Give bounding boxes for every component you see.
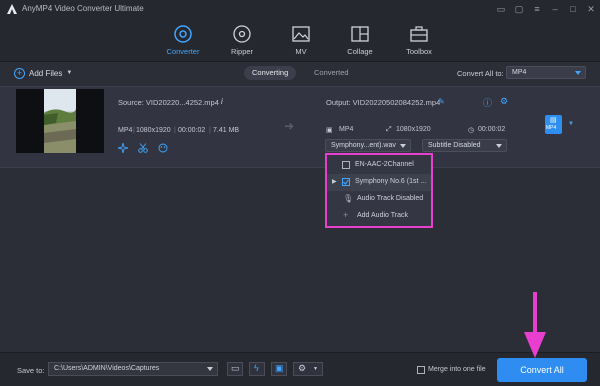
- folder-icon: ▭: [231, 363, 240, 373]
- dropdown-item-label: EN-AAC-2Channel: [355, 161, 414, 168]
- gear-icon: ⚙: [298, 363, 307, 373]
- subtitle-select[interactable]: Subtitle Disabled: [422, 139, 507, 152]
- output-resolution: 1080x1920: [396, 126, 431, 133]
- convert-all-format-select[interactable]: MP4: [506, 66, 586, 79]
- source-filename: Source: VID20220...4252.mp4: [118, 98, 219, 107]
- open-folder-button[interactable]: ▭: [227, 362, 243, 376]
- app-title: AnyMP4 Video Converter Ultimate: [22, 4, 144, 13]
- cut-icon[interactable]: [138, 143, 148, 153]
- checkbox[interactable]: [342, 161, 350, 169]
- lightning-icon: ϟ: [254, 363, 259, 373]
- clock-icon: ◷: [468, 127, 475, 134]
- convert-all-to-label: Convert All to:: [457, 69, 504, 78]
- output-format: MP4: [339, 126, 354, 133]
- settings-icon[interactable]: ⚙: [500, 96, 508, 107]
- maximize-icon[interactable]: □: [566, 2, 580, 16]
- chevron-down-icon: [400, 144, 406, 148]
- dropdown-item-audio-disabled[interactable]: 🎙 Audio Track Disabled: [327, 191, 431, 208]
- info-circle-icon[interactable]: ⓘ: [483, 96, 492, 109]
- merge-label: Merge into one file: [428, 366, 486, 373]
- merge-checkbox[interactable]: [417, 366, 425, 374]
- menu-icon[interactable]: ≡: [530, 2, 544, 16]
- feedback-icon[interactable]: ▢: [512, 2, 526, 16]
- save-path-field[interactable]: C:\Users\ADMIN\Videos\Captures: [48, 362, 218, 376]
- resolution-icon: ⤢: [386, 126, 392, 133]
- tab-converted[interactable]: Converted: [306, 66, 357, 80]
- hardware-accel-button[interactable]: ϟ: [249, 362, 265, 376]
- annotation-arrow-icon: [524, 292, 546, 358]
- main-nav: Converter Ripper MV Collage Toolbox: [0, 18, 600, 64]
- checkbox-checked[interactable]: [342, 178, 350, 186]
- format-badge-label: MP4: [546, 125, 557, 131]
- output-filename: Output: VID20220502084252.mp4: [326, 98, 441, 107]
- edit-icon[interactable]: ✎: [438, 97, 445, 106]
- output-duration: 00:00:02: [478, 126, 506, 133]
- toolbar: + Add Files ▼ Converting Converted Conve…: [0, 62, 600, 84]
- save-to-label: Save to:: [17, 366, 45, 375]
- enhance-icon[interactable]: [118, 143, 128, 153]
- app-logo-icon: [7, 4, 17, 14]
- convert-all-button[interactable]: Convert All: [497, 358, 587, 382]
- palette-icon[interactable]: [158, 143, 168, 153]
- chevron-down-icon[interactable]: ▼: [568, 121, 574, 127]
- dropdown-item-symphony[interactable]: ▶ Symphony No.6 (1st ...: [327, 174, 431, 191]
- dropdown-item-label: Audio Track Disabled: [357, 195, 424, 202]
- convert-all-format-value: MP4: [512, 69, 527, 76]
- collage-icon: [351, 26, 369, 42]
- save-path-value: C:\Users\ADMIN\Videos\Captures: [54, 365, 160, 372]
- gpu-icon: ▣: [275, 363, 284, 373]
- video-thumbnail[interactable]: [16, 89, 104, 153]
- plus-icon: +: [343, 210, 349, 220]
- dropdown-item-add-audio[interactable]: + Add Audio Track: [327, 208, 431, 225]
- mute-icon: 🎙: [343, 194, 354, 203]
- source-size: 7.41 MB: [213, 127, 240, 134]
- plus-icon: +: [14, 67, 25, 79]
- converter-icon: [174, 25, 192, 43]
- add-files-button[interactable]: + Add Files ▼: [14, 67, 72, 79]
- subtitle-value: Subtitle Disabled: [428, 142, 481, 149]
- chevron-down-icon: ▼: [313, 366, 318, 372]
- source-duration: 00:00:02: [178, 127, 206, 134]
- disc-icon: [233, 25, 251, 43]
- dropdown-item-label: Symphony No.6 (1st ...: [355, 178, 427, 185]
- source-format: MP4: [118, 127, 133, 134]
- chevron-down-icon: [207, 367, 213, 371]
- video-format-icon: ▣: [326, 127, 333, 134]
- cart-icon[interactable]: ▭: [494, 2, 508, 16]
- source-resolution: 1080x1920: [136, 127, 171, 134]
- chevron-down-icon: [496, 144, 502, 148]
- thumbnail-image: [44, 89, 76, 153]
- dropdown-item-label: Add Audio Track: [357, 212, 408, 219]
- video-file-icon: ▤: [550, 117, 557, 124]
- audio-track-value: Symphony...ent).wav: [331, 142, 396, 149]
- divider: |: [133, 127, 135, 134]
- tab-toolbox-label: Toolbox: [406, 47, 432, 56]
- toolbox-icon: [410, 26, 428, 42]
- title-bar: AnyMP4 Video Converter Ultimate ▭ ▢ ≡ – …: [0, 0, 600, 18]
- tab-converting[interactable]: Converting: [244, 66, 297, 80]
- play-icon: ▶: [332, 179, 337, 185]
- arrow-right-icon: ➜: [284, 119, 295, 133]
- minimize-icon[interactable]: –: [548, 2, 562, 16]
- image-icon: [292, 26, 310, 42]
- add-files-label: Add Files: [29, 68, 63, 78]
- audio-track-select[interactable]: Symphony...ent).wav: [325, 139, 411, 152]
- chevron-down-icon: [575, 71, 581, 75]
- chevron-down-icon[interactable]: ▼: [66, 70, 72, 76]
- dropdown-item-en-aac[interactable]: EN-AAC-2Channel: [327, 157, 431, 174]
- audio-track-dropdown: EN-AAC-2Channel ▶ Symphony No.6 (1st ...…: [325, 153, 433, 228]
- tab-toolbox[interactable]: Toolbox: [384, 22, 454, 60]
- settings-dropdown-button[interactable]: ⚙ ▼: [293, 362, 323, 376]
- divider: |: [174, 127, 176, 134]
- check-icon: [343, 179, 349, 185]
- gpu-button[interactable]: ▣: [271, 362, 287, 376]
- info-icon[interactable]: i: [221, 97, 223, 106]
- output-format-badge[interactable]: MP4 ▤: [545, 115, 562, 134]
- divider: |: [209, 127, 211, 134]
- close-icon[interactable]: ✕: [584, 2, 598, 16]
